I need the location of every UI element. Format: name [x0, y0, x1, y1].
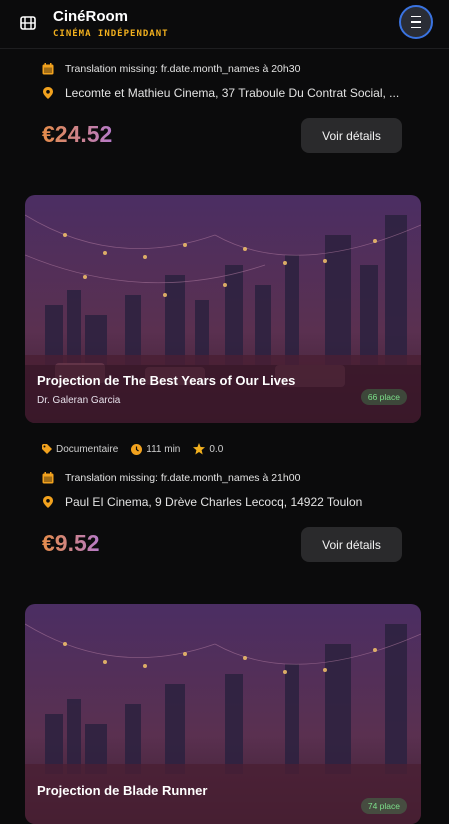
brand-title[interactable]: CinéRoom	[53, 8, 128, 25]
map-pin-icon	[43, 496, 53, 508]
hamburger-icon	[411, 14, 421, 31]
seats-badge: 74 place	[360, 798, 407, 814]
calendar-icon	[42, 63, 54, 75]
event-date-row: Translation missing: fr.date.month_names…	[42, 63, 300, 75]
tag-icon	[42, 444, 52, 454]
event-location-row: Paul EI Cinema, 9 Drève Charles Lecocq, …	[42, 495, 405, 509]
rating-label: 0.0	[209, 443, 224, 455]
event-location-row: Lecomte et Mathieu Cinema, 37 Traboule D…	[42, 86, 405, 100]
menu-button[interactable]	[399, 5, 433, 39]
genre-label: Documentaire	[56, 443, 119, 455]
brand-subtitle: CINÉMA INDÉPENDANT	[53, 29, 169, 39]
event-tags: Documentaire 111 min 0.0	[42, 443, 236, 455]
event-date: Translation missing: fr.date.month_names…	[65, 63, 301, 75]
view-details-button[interactable]: Voir détails	[301, 527, 402, 562]
event-location: Paul EI Cinema, 9 Drève Charles Lecocq, …	[65, 495, 363, 509]
event-card-image[interactable]: Projection de The Best Years of Our Live…	[25, 195, 421, 423]
rating-tag: 0.0	[193, 443, 223, 455]
event-date-row: Translation missing: fr.date.month_names…	[42, 472, 300, 484]
event-price: €9.52	[42, 530, 100, 556]
event-location: Lecomte et Mathieu Cinema, 37 Traboule D…	[65, 86, 400, 100]
event-card-image[interactable]: Projection de Blade Runner 74 place	[25, 604, 421, 824]
top-header: CinéRoom CINÉMA INDÉPENDANT	[0, 0, 449, 49]
duration-label: 111 min	[146, 443, 181, 455]
view-details-button[interactable]: Voir détails	[301, 118, 402, 153]
seats-badge: 66 place	[360, 389, 407, 405]
event-date: Translation missing: fr.date.month_names…	[65, 472, 301, 484]
map-pin-icon	[43, 87, 53, 99]
duration-tag: 111 min	[131, 443, 181, 455]
event-price: €24.52	[42, 121, 113, 147]
star-icon	[193, 443, 206, 455]
event-title[interactable]: Projection de Blade Runner	[37, 783, 207, 798]
clock-icon	[131, 443, 143, 455]
calendar-icon	[42, 472, 54, 484]
event-poster-image	[25, 195, 421, 423]
event-title[interactable]: Projection de The Best Years of Our Live…	[37, 373, 295, 388]
film-icon	[20, 16, 36, 30]
event-director: Dr. Galeran Garcia	[37, 395, 121, 406]
genre-tag: Documentaire	[42, 444, 118, 455]
